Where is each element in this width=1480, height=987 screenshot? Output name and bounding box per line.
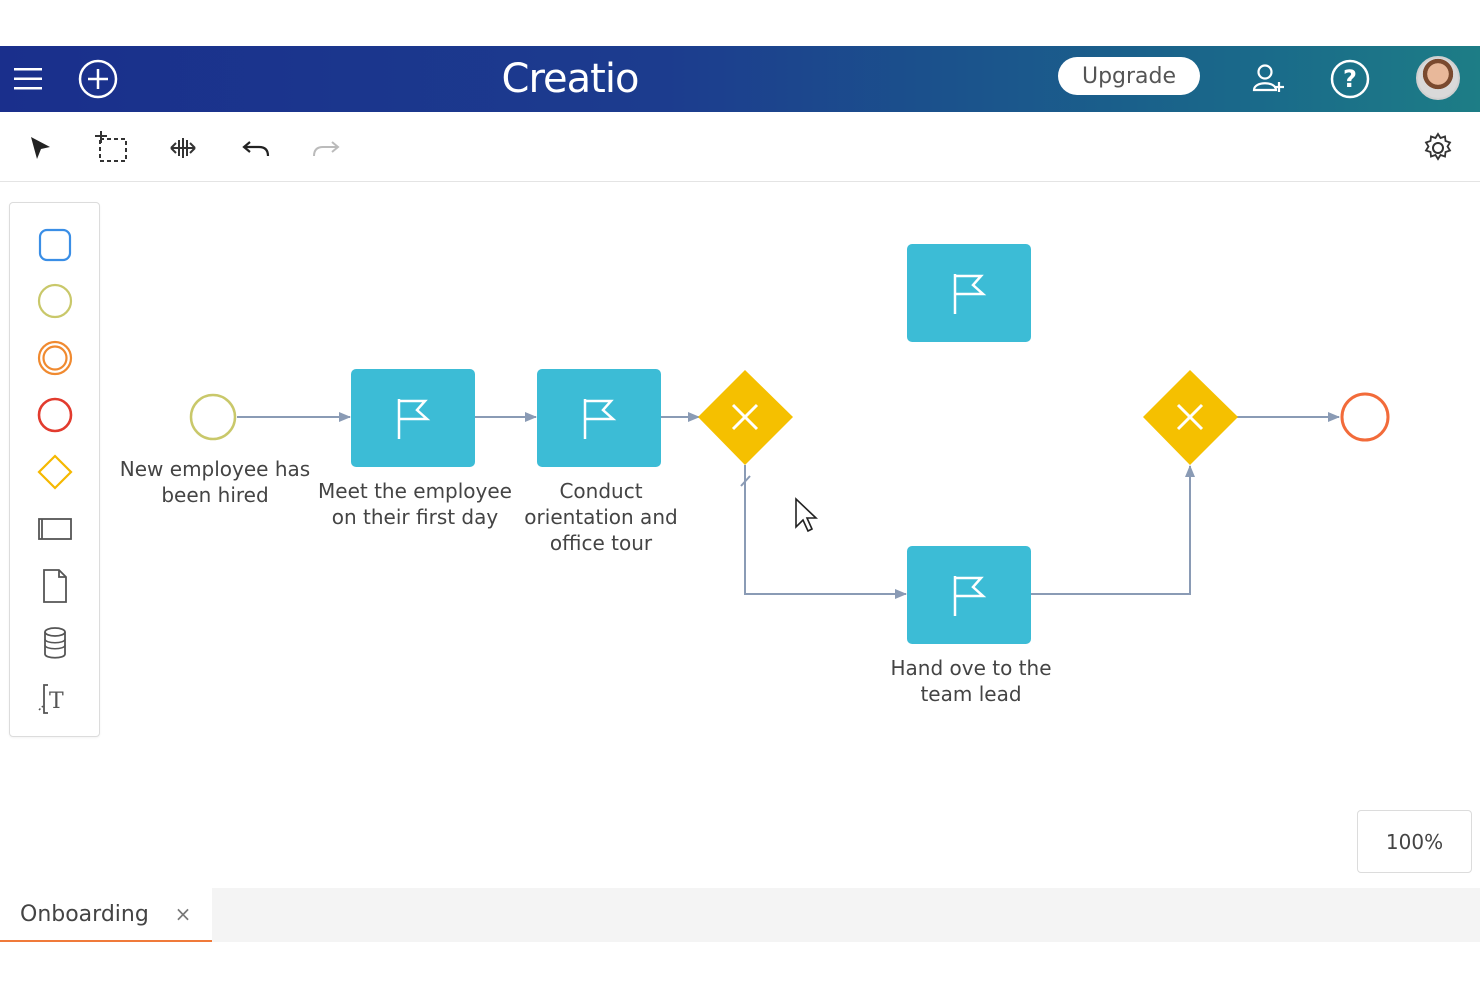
task-meet-employee[interactable] xyxy=(351,369,475,467)
flow-task4-to-gateway2 xyxy=(1030,465,1195,595)
bottom-tab-bar: Onboarding × xyxy=(0,888,1480,942)
task1-label: Meet the employee on their first day xyxy=(318,479,512,529)
select-arrow-icon[interactable] xyxy=(20,128,60,168)
close-icon[interactable]: × xyxy=(172,900,194,928)
flag-icon xyxy=(953,274,987,314)
flag-icon xyxy=(953,576,987,616)
app-window: Creatio Upgrade ? T New employee has bee… xyxy=(0,0,1480,987)
user-avatar[interactable] xyxy=(1416,56,1460,100)
plus-circle-icon[interactable] xyxy=(76,46,120,112)
upgrade-button[interactable]: Upgrade xyxy=(1058,57,1200,95)
mouse-cursor-icon xyxy=(795,497,819,533)
hamburger-menu-icon[interactable] xyxy=(8,46,48,112)
flag-icon xyxy=(397,399,431,439)
process-canvas[interactable]: New employee has been hired Meet the emp… xyxy=(0,183,1480,888)
help-circle-icon[interactable]: ? xyxy=(1328,46,1372,112)
task2-label: Conduct orientation and office tour xyxy=(524,479,678,555)
diagram-connectors xyxy=(189,370,1390,599)
creatio-logo[interactable]: Creatio xyxy=(470,54,670,104)
undo-icon[interactable] xyxy=(236,128,276,168)
flow-gateway1-to-task4 xyxy=(744,465,907,599)
tab-label: Onboarding xyxy=(20,901,149,927)
task-unlabeled[interactable] xyxy=(907,244,1031,342)
exclusive-gateway-2 xyxy=(1143,370,1238,465)
start-event xyxy=(189,393,237,441)
task-hand-over[interactable] xyxy=(907,546,1031,644)
tab-onboarding[interactable]: Onboarding × xyxy=(0,888,212,942)
lasso-select-icon[interactable] xyxy=(92,128,132,168)
move-canvas-icon[interactable] xyxy=(163,128,203,168)
flag-icon xyxy=(583,399,617,439)
svg-text:?: ? xyxy=(1343,65,1357,93)
exclusive-gateway-1 xyxy=(698,370,793,465)
start-event-label: New employee has been hired xyxy=(119,457,311,507)
end-event xyxy=(1340,392,1390,442)
top-header: Creatio Upgrade ? xyxy=(0,46,1480,112)
zoom-level-indicator[interactable]: 100% xyxy=(1357,810,1472,873)
task-conduct-orientation[interactable] xyxy=(537,369,661,467)
gear-icon[interactable] xyxy=(1418,128,1458,168)
add-user-icon[interactable] xyxy=(1246,46,1290,112)
redo-icon[interactable] xyxy=(306,128,346,168)
task4-label: Hand ove to the team lead xyxy=(890,656,1052,706)
designer-toolbar xyxy=(0,112,1480,182)
